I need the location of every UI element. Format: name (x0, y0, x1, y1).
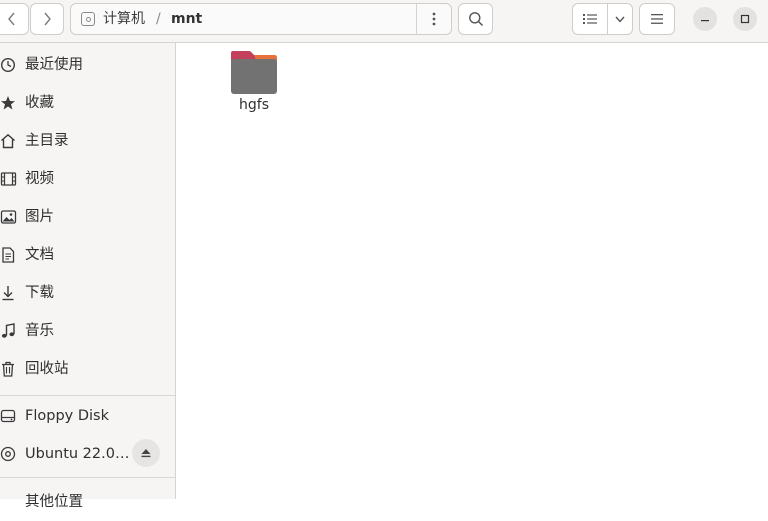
image-icon (0, 210, 17, 224)
main-menu-button[interactable] (639, 3, 675, 35)
chevron-left-icon (8, 12, 15, 26)
sidebar-item-pictures[interactable]: 图片 (0, 198, 175, 236)
chevron-right-icon (44, 12, 51, 26)
path-bar[interactable]: 计算机 / mnt (70, 3, 452, 35)
optical-disc-icon (0, 446, 16, 462)
sidebar: 最近使用 收藏 主目录 视频 图片 文档 下载 音乐 回收站 Floppy Di… (0, 43, 176, 510)
minimize-button[interactable] (693, 7, 717, 31)
hamburger-menu-icon (651, 14, 663, 24)
folder-item[interactable]: hgfs (224, 50, 284, 120)
download-icon (2, 286, 14, 301)
sidebar-item-downloads[interactable]: 下载 (0, 274, 175, 312)
sidebar-item-label: 回收站 (25, 361, 69, 377)
maximize-icon (740, 14, 750, 24)
search-button[interactable] (458, 3, 493, 35)
eject-button[interactable] (132, 439, 160, 467)
sidebar-item-videos[interactable]: 视频 (0, 160, 175, 198)
sidebar-item-label: 收藏 (25, 95, 54, 111)
minimize-icon (701, 20, 709, 22)
sidebar-item-label: 最近使用 (25, 57, 83, 73)
sidebar-separator (0, 395, 175, 396)
chevron-down-icon (615, 16, 625, 23)
sidebar-item-label: 主目录 (25, 133, 69, 149)
path-segment-computer[interactable]: 计算机 (103, 4, 145, 34)
path-menu-button[interactable] (417, 4, 451, 34)
header-bar: 计算机 / mnt (0, 0, 768, 43)
document-icon (2, 247, 15, 263)
path-separator: / (156, 11, 161, 27)
sidebar-item-trash[interactable]: 回收站 (0, 350, 175, 388)
floppy-drive-icon (0, 409, 16, 423)
sidebar-item-floppy-disk[interactable]: Floppy Disk (0, 397, 175, 435)
sidebar-item-music[interactable]: 音乐 (0, 312, 175, 350)
clock-icon (0, 57, 16, 73)
folder-name: hgfs (239, 97, 269, 113)
folder-icon (231, 51, 277, 94)
search-icon (468, 12, 483, 27)
forward-button[interactable] (30, 3, 64, 35)
eject-icon (141, 449, 151, 458)
sidebar-item-label: 其他位置 (25, 494, 83, 510)
sidebar-item-label: 文档 (25, 247, 54, 263)
film-icon (0, 172, 17, 186)
view-options-button[interactable] (607, 3, 633, 35)
sidebar-item-label: Floppy Disk (25, 408, 109, 424)
list-view-icon (583, 14, 597, 24)
sidebar-item-label: 图片 (25, 209, 54, 225)
home-icon (1, 133, 15, 149)
vertical-dots-icon (432, 12, 436, 26)
sidebar-item-label: 下载 (25, 285, 54, 301)
sidebar-item-starred[interactable]: 收藏 (0, 84, 175, 122)
sidebar-item-other-locations[interactable]: 其他位置 (0, 475, 175, 513)
path-segment-current[interactable]: mnt (171, 4, 202, 34)
trash-icon (2, 361, 14, 377)
sidebar-item-label: 视频 (25, 171, 54, 187)
view-mode-button[interactable] (572, 3, 608, 35)
maximize-button[interactable] (733, 7, 757, 31)
music-icon (1, 323, 15, 338)
sidebar-item-label: 音乐 (25, 323, 54, 339)
drive-icon-dot (85, 16, 91, 22)
sidebar-item-home[interactable]: 主目录 (0, 122, 175, 160)
back-button[interactable] (0, 3, 29, 35)
sidebar-item-documents[interactable]: 文档 (0, 236, 175, 274)
sidebar-item-label: Ubuntu 22.0… (25, 446, 130, 462)
sidebar-item-recent[interactable]: 最近使用 (0, 46, 175, 84)
star-icon (1, 96, 15, 110)
